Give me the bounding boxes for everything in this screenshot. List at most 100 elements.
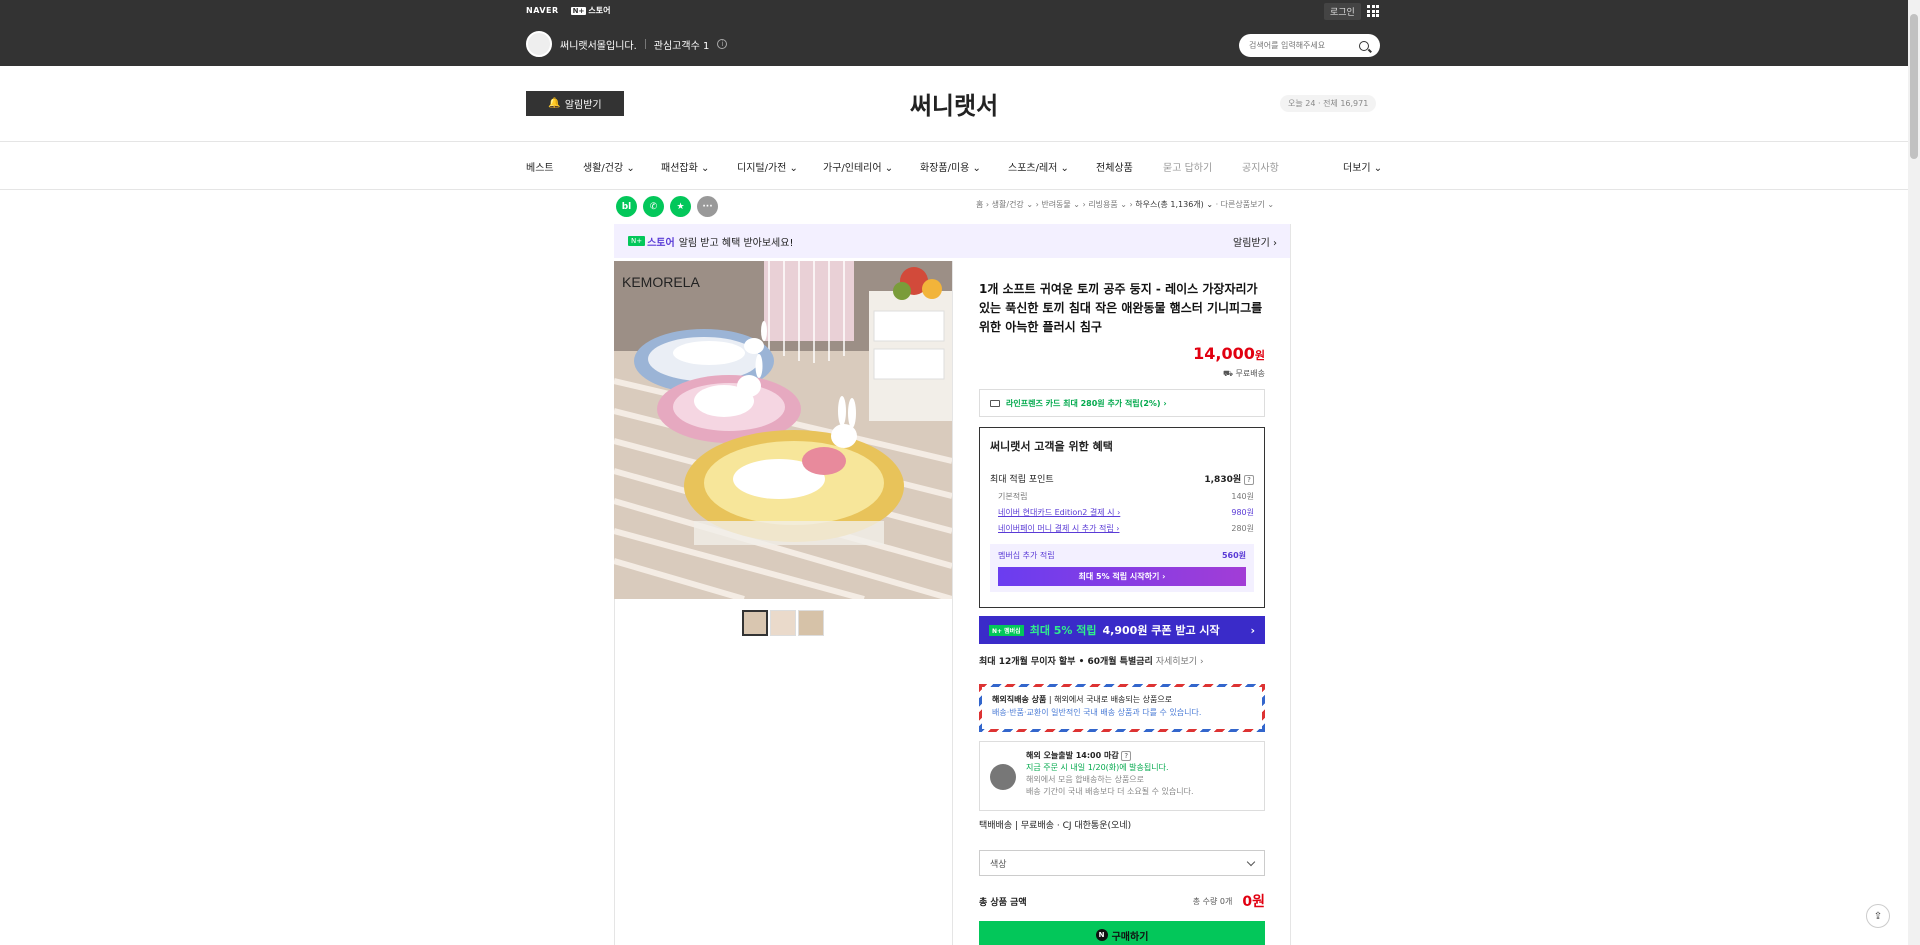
ship-title: 해외 오늘출발 14:00 마감 [1026, 751, 1119, 760]
thumbnail-3[interactable] [798, 610, 824, 636]
color-select[interactable]: 색상 [979, 850, 1265, 876]
store-logo-label: 스토어 [588, 6, 611, 15]
blog-icon[interactable]: bl [616, 196, 637, 217]
login-button[interactable]: 로그인 [1324, 3, 1361, 20]
shipping-text: 무료배송 [1235, 369, 1265, 378]
divider [644, 39, 646, 49]
search-input[interactable] [1249, 41, 1359, 50]
color-select-label: 색상 [990, 859, 1007, 870]
follower-count: 관심고객수 1 [653, 40, 710, 52]
overseas-notice: 해외직배송 상품 | 해외에서 국내로 배송되는 상품으로 배송·반품·교환이 … [979, 684, 1265, 732]
ship-note-1: 해외에서 모음 합배송하는 상품으로 [1026, 775, 1145, 784]
membership-value: 560원 [1221, 551, 1246, 560]
breadcrumb-cat2[interactable]: 반려동물 ⌄ › [1041, 200, 1085, 209]
card-benefit-box[interactable]: 라인프렌즈 카드 최대 280원 추가 적립(2%) › [979, 389, 1265, 417]
help-icon[interactable]: ? [1121, 751, 1132, 761]
nav-item-living[interactable]: 생활/건강 ⌄ [583, 159, 635, 174]
ship-eta: 지금 주문 시 내일 1/20(화)에 발송됩니다. [1026, 763, 1169, 772]
benefit-box: 써니랫서 고객을 위한 혜택 최대 적립 포인트 1,830원 ? 기본적립 1… [979, 427, 1265, 608]
seller-name[interactable]: 써니랫서몰입니다. [560, 37, 637, 52]
ship-title-row: 해외 오늘출발 14:00 마감 ? [1026, 750, 1254, 762]
nav-item-digital[interactable]: 디지털/가전 ⌄ [737, 159, 798, 174]
total-label: 총 상품 금액 [979, 897, 1027, 908]
breadcrumb-cat3[interactable]: 리빙용품 ⌄ › [1088, 200, 1132, 209]
point-label: 기본적립 [998, 492, 1028, 501]
store-logo[interactable]: N+ 스토어 [570, 5, 611, 16]
nav-item-beauty[interactable]: 화장품/미용 ⌄ [920, 159, 981, 174]
installment-text: 최대 12개월 무이자 할부 • 60개월 특별금리 [979, 657, 1153, 667]
share-icon-row: bl ✆ ★ ··· [616, 196, 718, 217]
buy-button[interactable]: N 구매하기 [979, 921, 1265, 945]
scrollbar[interactable] [1908, 0, 1920, 945]
thumbnail-1[interactable] [742, 610, 768, 636]
naver-logo[interactable]: NAVER [526, 6, 559, 15]
breadcrumb-current[interactable]: 하우스(총 1,136개) ⌄ [1135, 200, 1213, 209]
max-point-row: 최대 적립 포인트 1,830원 ? [990, 472, 1254, 485]
bunny-bed-photo: KEMORELA [614, 261, 952, 599]
membership-coupon-banner[interactable]: N+ 멤버십 최대 5% 적립 4,900원 쿠폰 받고 시작 › [979, 616, 1265, 644]
thumbnail-list [742, 610, 824, 636]
avatar[interactable] [526, 31, 552, 57]
nav-item-sports[interactable]: 스포츠/레저 ⌄ [1008, 159, 1069, 174]
search-icon[interactable] [1359, 40, 1369, 51]
nav-item-furniture[interactable]: 가구/인테리어 ⌄ [823, 159, 893, 174]
point-value: 140원 [1231, 492, 1254, 501]
product-title: 1개 소프트 귀여운 토끼 공주 둥지 - 레이스 가장자리가 있는 푹신한 토… [979, 282, 1263, 334]
image-brand-text: KEMORELA [622, 274, 700, 290]
store-title[interactable]: 써니랫서 [0, 86, 1908, 121]
overseas-title: 해외직배송 상품 [992, 695, 1047, 704]
membership-tag: N+ 멤버십 [989, 624, 1024, 636]
more-icon[interactable]: ··· [697, 196, 718, 217]
bookmark-icon[interactable]: ★ [670, 196, 691, 217]
banner-text: 4,900원 쿠폰 받고 시작 [1102, 624, 1220, 637]
point-row-npay: 네이버페이 머니 결제 시 추가 적립 › 280원 [990, 523, 1254, 534]
max-point-label: 최대 적립 포인트 [990, 475, 1054, 485]
ship-note-2: 배송 기간이 국내 배송보다 더 소요될 수 있습니다. [1026, 787, 1194, 796]
price-value: 14,000 [1193, 344, 1255, 363]
naver-plus-icon: N+ [570, 6, 587, 15]
search-box [1239, 34, 1380, 57]
thumbnail-2[interactable] [770, 610, 796, 636]
talk-icon[interactable]: ✆ [643, 196, 664, 217]
help-icon[interactable]: ? [1244, 475, 1254, 485]
store-promo-banner[interactable]: N+ 스토어 알림 받고 혜택 받아보세요! 알림받기 › [614, 224, 1291, 258]
membership-row: 멤버십 추가 적립 560원 [998, 550, 1246, 561]
credit-card-icon [990, 399, 1000, 407]
promo-store-label: 스토어 [647, 237, 675, 249]
naver-plus-icon: N+ [628, 236, 646, 246]
membership-label: 멤버십 추가 적립 [998, 551, 1055, 560]
nav-item-best[interactable]: 베스트 [526, 159, 554, 174]
promo-alarm-link[interactable]: 알림받기 › [1233, 234, 1277, 249]
breadcrumb-more[interactable]: · 다른상품보기 ⌄ [1216, 200, 1275, 209]
point-row-card: 네이버 현대카드 Edition2 결제 시 › 980원 [990, 507, 1254, 518]
nav-item-all[interactable]: 전체상품 [1096, 159, 1133, 174]
product-price: 14,000원 [979, 344, 1265, 363]
promo-text: 알림 받고 혜택 받아보세요! [678, 237, 794, 249]
membership-start-button[interactable]: 최대 5% 적립 시작하기 › [998, 567, 1246, 586]
shipping-info-box: 해외 오늘출발 14:00 마감 ? 지금 주문 시 내일 1/20(화)에 발… [979, 741, 1265, 811]
buy-label: 구매하기 [1111, 931, 1149, 943]
product-main-image[interactable]: KEMORELA [614, 261, 952, 599]
breadcrumb-home[interactable]: 홈 › [976, 200, 989, 209]
total-quantity: 총 수량 0개 [1192, 896, 1233, 906]
nav-item-qna[interactable]: 묻고 답하기 [1163, 159, 1212, 174]
nav-item-notice[interactable]: 공지사항 [1242, 159, 1279, 174]
point-link-npay[interactable]: 네이버페이 머니 결제 시 추가 적립 › [998, 523, 1120, 534]
apps-grid-icon[interactable] [1367, 5, 1379, 17]
membership-box: 멤버십 추가 적립 560원 최대 5% 적립 시작하기 › [990, 544, 1254, 592]
nav-item-fashion[interactable]: 패션잡화 ⌄ [661, 159, 709, 174]
share-icon[interactable]: ⇪ [1866, 904, 1890, 928]
scrollbar-thumb[interactable] [1910, 14, 1918, 159]
truck-icon: ⛟ [1222, 369, 1236, 378]
nav-item-more[interactable]: 더보기 ⌄ [1343, 159, 1382, 174]
info-icon[interactable]: i [717, 39, 728, 49]
price-unit: 원 [1254, 349, 1265, 362]
divider [1290, 224, 1291, 945]
installment-link[interactable]: 자세히보기 › [1156, 657, 1204, 667]
divider [614, 599, 615, 945]
breadcrumb: 홈 › 생활/건강 ⌄ › 반려동물 ⌄ › 리빙용품 ⌄ › 하우스(총 1,… [976, 199, 1274, 210]
breadcrumb-cat1[interactable]: 생활/건강 ⌄ › [992, 200, 1039, 209]
benefit-title: 써니랫서 고객을 위한 혜택 [990, 440, 1113, 453]
point-link-card[interactable]: 네이버 현대카드 Edition2 결제 시 › [998, 507, 1120, 518]
overseas-text-2: 배송·반품·교환이 일반적인 국내 배송 상품과 다를 수 있습니다. [992, 708, 1202, 717]
